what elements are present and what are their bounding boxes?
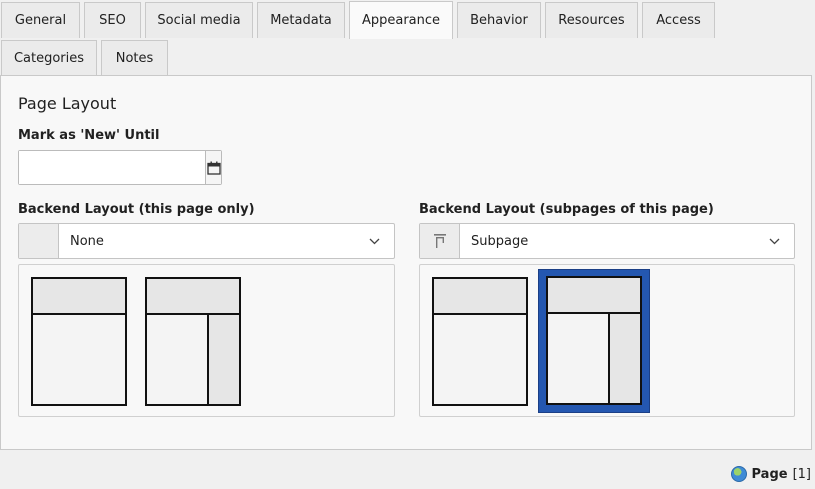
tab-notes[interactable]: Notes — [101, 40, 168, 76]
chevron-down-icon — [354, 224, 394, 258]
new-until-field — [18, 150, 222, 185]
tab-resources[interactable]: Resources — [545, 2, 638, 38]
backend-layout-subpages-preview — [419, 264, 795, 417]
record-type: Page — [751, 466, 788, 482]
chevron-down-icon — [754, 224, 794, 258]
calendar-icon — [206, 161, 221, 175]
tab-label: General — [14, 13, 67, 28]
tab-seo[interactable]: SEO — [84, 2, 141, 38]
thumb-side-block — [207, 315, 239, 404]
backend-layout-subpages-selected-value: Subpage — [471, 233, 529, 249]
tab-categories[interactable]: Categories — [1, 40, 97, 76]
tab-label: Resources — [558, 13, 625, 28]
layout-header-two-column-thumb[interactable] — [145, 277, 241, 406]
backend-layout-subpages-select-icon-slot — [420, 224, 460, 258]
tab-general[interactable]: General — [1, 2, 80, 38]
backend-layout-subpages-select[interactable]: Subpage — [419, 223, 795, 259]
thumb-header-block — [548, 278, 640, 314]
tab-appearance[interactable]: Appearance — [349, 1, 453, 39]
backend-layout-select-icon-slot — [19, 224, 59, 258]
tab-label: Metadata — [270, 13, 332, 28]
tab-label: Access — [656, 13, 701, 28]
new-until-label: Mark as 'New' Until — [18, 128, 160, 143]
backend-layout-select[interactable]: None — [18, 223, 395, 259]
record-info: Page [1] — [730, 466, 811, 482]
tab-label: SEO — [99, 13, 126, 28]
layout-icon — [433, 234, 446, 248]
tab-behavior[interactable]: Behavior — [457, 2, 541, 38]
layout-header-two-column-thumb[interactable] — [546, 276, 642, 405]
new-until-input[interactable] — [19, 151, 205, 184]
tab-access[interactable]: Access — [642, 2, 715, 38]
selected-layout-frame[interactable] — [538, 269, 650, 413]
tab-label: Behavior — [470, 13, 528, 28]
appearance-panel: Page Layout Mark as 'New' Until Backend … — [0, 75, 812, 450]
tab-label: Social media — [157, 13, 241, 28]
date-picker-button[interactable] — [205, 151, 221, 184]
record-id: [1] — [792, 466, 811, 482]
backend-layout-subpages-label: Backend Layout (subpages of this page) — [419, 202, 714, 217]
backend-layout-selected-value: None — [70, 233, 104, 249]
layout-header-single-column-thumb[interactable] — [432, 277, 528, 406]
tab-label: Notes — [115, 51, 154, 66]
tab-social-media[interactable]: Social media — [145, 2, 253, 38]
section-title: Page Layout — [18, 94, 117, 113]
thumb-header-block — [33, 279, 125, 315]
globe-icon — [730, 466, 747, 482]
layout-header-single-column-thumb[interactable] — [31, 277, 127, 406]
tab-label: Categories — [13, 51, 85, 66]
tab-metadata[interactable]: Metadata — [257, 2, 345, 38]
thumb-side-block — [608, 314, 640, 403]
backend-layout-preview — [18, 264, 395, 417]
backend-layout-label: Backend Layout (this page only) — [18, 202, 255, 217]
tab-label: Appearance — [361, 13, 441, 28]
thumb-header-block — [147, 279, 239, 315]
thumb-header-block — [434, 279, 526, 315]
